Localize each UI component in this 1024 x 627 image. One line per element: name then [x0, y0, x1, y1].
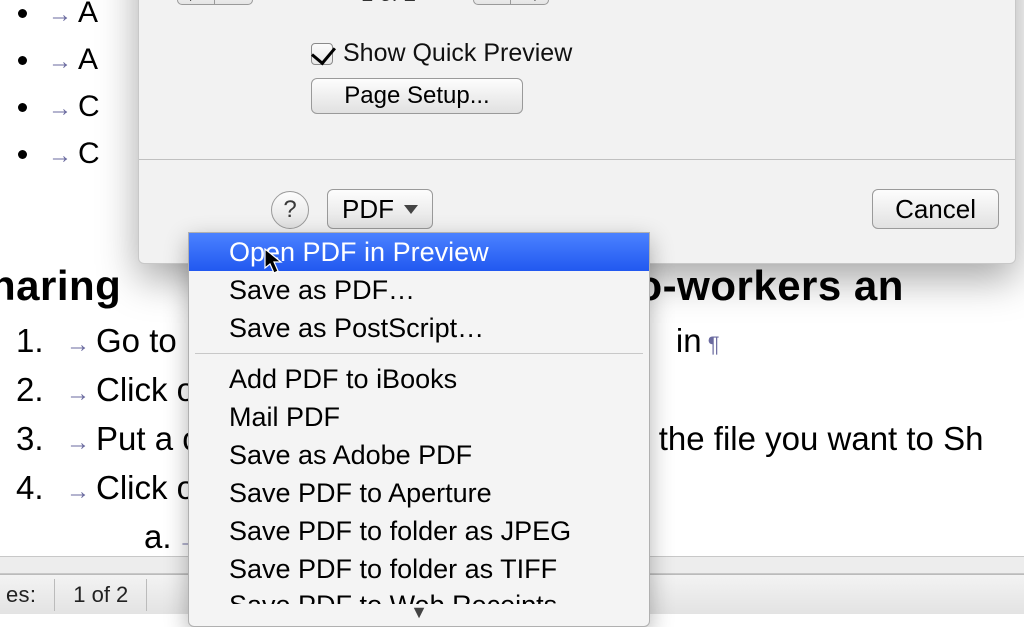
menu-item-save-as-postscript[interactable]: Save as PostScript… — [189, 309, 649, 347]
next-page-buttons[interactable]: ▶ ▶| — [473, 0, 549, 5]
help-icon: ? — [283, 196, 296, 224]
bullet-text: C — [78, 90, 100, 123]
menu-item-save-as-pdf[interactable]: Save as PDF… — [189, 271, 649, 309]
divider — [54, 579, 55, 611]
menu-scroll-down-icon[interactable]: ▼ — [189, 604, 649, 620]
tab-arrow-icon: → — [48, 142, 72, 169]
preview-pager-row: |◀ ◀ 1 of 2 ▶ ▶| — [139, 0, 1015, 1]
bullet-text: A — [78, 43, 98, 76]
prev-page-buttons[interactable]: |◀ ◀ — [177, 0, 253, 5]
tab-arrow-icon: → — [66, 429, 90, 456]
next-page-icon[interactable]: ▶ — [473, 0, 511, 5]
tab-arrow-icon: → — [48, 95, 72, 122]
pilcrow-icon: ¶ — [702, 332, 720, 357]
status-pages: 1 of 2 — [73, 582, 128, 608]
tab-arrow-icon: → — [66, 478, 90, 505]
tab-arrow-icon: → — [48, 1, 72, 28]
pdf-dropdown-menu: Open PDF in Preview Save as PDF… Save as… — [188, 232, 650, 627]
last-page-icon[interactable]: ▶| — [511, 0, 549, 5]
tab-arrow-icon: → — [66, 380, 90, 407]
menu-item-save-adobe-pdf[interactable]: Save as Adobe PDF — [189, 436, 649, 474]
page-setup-button[interactable]: Page Setup... — [311, 78, 523, 114]
pdf-dropdown-button[interactable]: PDF — [327, 189, 433, 229]
help-button[interactable]: ? — [271, 191, 309, 229]
cancel-button[interactable]: Cancel — [872, 189, 999, 229]
pdf-button-label: PDF — [342, 194, 394, 225]
tab-arrow-icon: → — [48, 48, 72, 75]
tab-arrow-icon: → — [66, 331, 90, 358]
first-page-icon[interactable]: |◀ — [177, 0, 215, 5]
divider — [146, 579, 147, 611]
bullet-text: C — [78, 137, 100, 170]
dialog-separator — [139, 159, 1015, 160]
doc-bullets: →A →A →C →C — [30, 0, 100, 178]
prev-page-icon[interactable]: ◀ — [215, 0, 253, 5]
print-dialog: |◀ ◀ 1 of 2 ▶ ▶| Show Quick Preview Page… — [138, 0, 1016, 264]
menu-item-add-pdf-ibooks[interactable]: Add PDF to iBooks — [189, 360, 649, 398]
checkbox-checked-icon[interactable] — [311, 43, 333, 65]
checkbox-label: Show Quick Preview — [343, 39, 572, 68]
page-indicator: 1 of 2 — [361, 0, 416, 7]
bullet-text: A — [78, 0, 98, 29]
menu-item-open-pdf-preview[interactable]: Open PDF in Preview — [189, 233, 649, 271]
status-label: es: — [6, 582, 36, 608]
show-quick-preview-checkbox[interactable]: Show Quick Preview — [311, 39, 572, 68]
menu-item-save-pdf-jpeg[interactable]: Save PDF to folder as JPEG — [189, 512, 649, 550]
chevron-down-icon — [404, 205, 418, 214]
menu-item-save-pdf-aperture[interactable]: Save PDF to Aperture — [189, 474, 649, 512]
menu-item-mail-pdf[interactable]: Mail PDF — [189, 398, 649, 436]
cursor-icon — [264, 248, 284, 274]
menu-item-save-pdf-tiff[interactable]: Save PDF to folder as TIFF — [189, 550, 649, 588]
menu-separator — [195, 353, 643, 354]
